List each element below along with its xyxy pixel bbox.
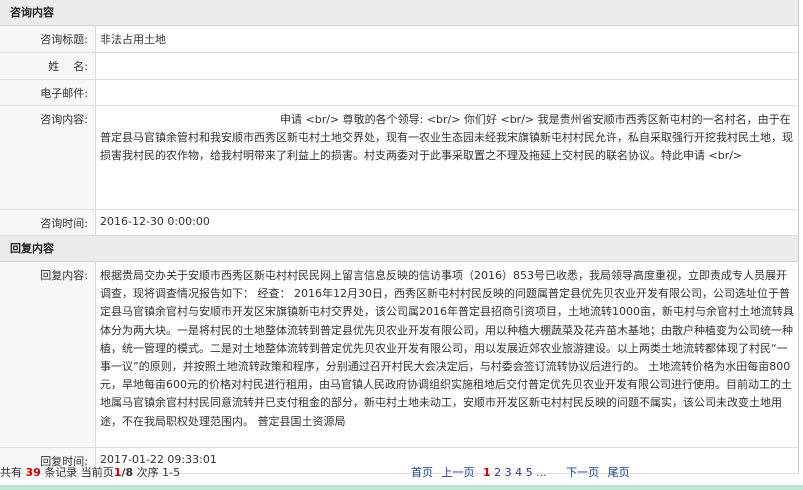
more-pages-ellipsis[interactable]: ...	[536, 466, 547, 479]
order-range: 次序 1-5	[136, 466, 181, 479]
consult-title-label: 咨询标题:	[0, 26, 96, 52]
consult-time-row: 咨询时间: 2016-12-30 0:00:00	[0, 210, 798, 236]
pagination-bar: 共有 39 条记录 当前页1/8 次序 1-5 首页 上一页 1 2 3 4 5…	[0, 462, 798, 484]
detail-panel: 咨询内容 咨询标题: 非法占用土地 姓 名: 电子邮件: 咨询内容: 申请 <b…	[0, 0, 799, 474]
consult-content-row: 咨询内容: 申请 <br/> 尊敬的各个领导: <br/> 你们好 <br/> …	[0, 106, 798, 210]
name-label: 姓 名:	[0, 53, 96, 79]
first-page-link[interactable]: 首页	[411, 466, 433, 479]
last-page-link[interactable]: 尾页	[608, 466, 630, 479]
reply-content-label: 回复内容:	[0, 262, 96, 447]
email-label: 电子邮件:	[0, 80, 96, 105]
name-value	[96, 53, 798, 79]
prev-page-link[interactable]: 上一页	[442, 466, 475, 479]
next-page-link[interactable]: 下一页	[566, 466, 599, 479]
total-prefix: 共有	[0, 466, 22, 479]
page-total: /8	[121, 466, 134, 479]
consult-content-label: 咨询内容:	[0, 106, 96, 209]
name-label-text: 姓 名:	[48, 60, 88, 73]
consult-time-value: 2016-12-30 0:00:00	[100, 215, 210, 228]
email-value	[96, 80, 798, 105]
pagination-summary: 共有 39 条记录 当前页1/8 次序 1-5	[0, 462, 180, 484]
reply-section-header: 回复内容	[0, 236, 798, 262]
pagination-links: 首页 上一页 1 2 3 4 5 ... 下一页 尾页	[411, 462, 630, 484]
page-link[interactable]: 2	[494, 466, 501, 479]
consult-title-row: 咨询标题: 非法占用土地	[0, 26, 798, 53]
records-suffix: 条记录 当前页	[44, 466, 114, 479]
name-row: 姓 名:	[0, 53, 798, 80]
reply-content-row: 回复内容: 根据贵局交办关于安顺市西秀区新屯村村民民网上留言信息反映的信访事项（…	[0, 262, 798, 448]
email-row: 电子邮件:	[0, 80, 798, 106]
reply-content-value: 根据贵局交办关于安顺市西秀区新屯村村民民网上留言信息反映的信访事项（2016）8…	[100, 269, 794, 428]
consult-title-value: 非法占用土地	[100, 33, 166, 46]
consult-content-value: 申请 <br/> 尊敬的各个领导: <br/> 你们好 <br/> 我是贵州省安…	[100, 113, 793, 163]
page-link-current[interactable]: 1	[483, 466, 491, 479]
consult-time-label: 咨询时间:	[0, 210, 96, 235]
page-link[interactable]: 3	[505, 466, 512, 479]
page-link[interactable]: 5	[526, 466, 533, 479]
page-link[interactable]: 4	[515, 466, 522, 479]
bottom-strip	[0, 485, 803, 490]
total-count: 39	[25, 466, 41, 479]
consult-section-header: 咨询内容	[0, 0, 798, 26]
